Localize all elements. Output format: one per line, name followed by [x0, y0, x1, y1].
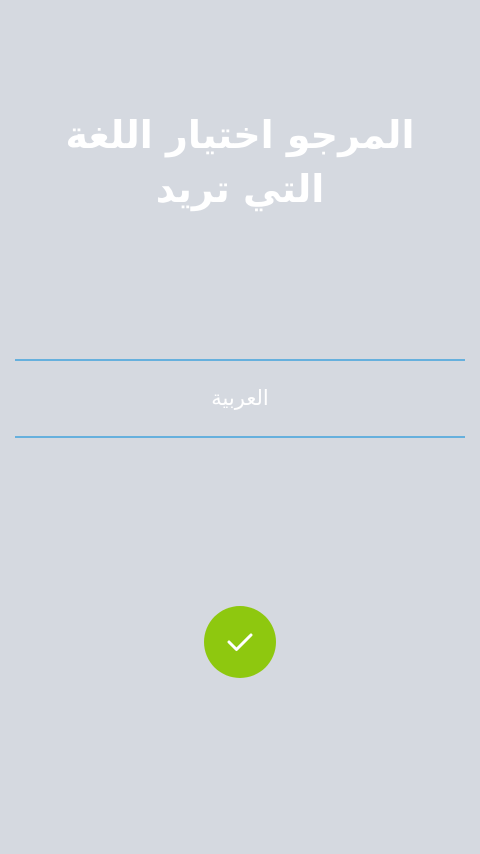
language-picker[interactable]: العربية — [15, 359, 465, 438]
page-title: المرجو اختيار اللغة التي تريد — [65, 113, 415, 211]
confirm-button[interactable] — [204, 606, 276, 678]
selected-language-label[interactable]: العربية — [211, 386, 268, 410]
check-icon — [226, 631, 254, 653]
